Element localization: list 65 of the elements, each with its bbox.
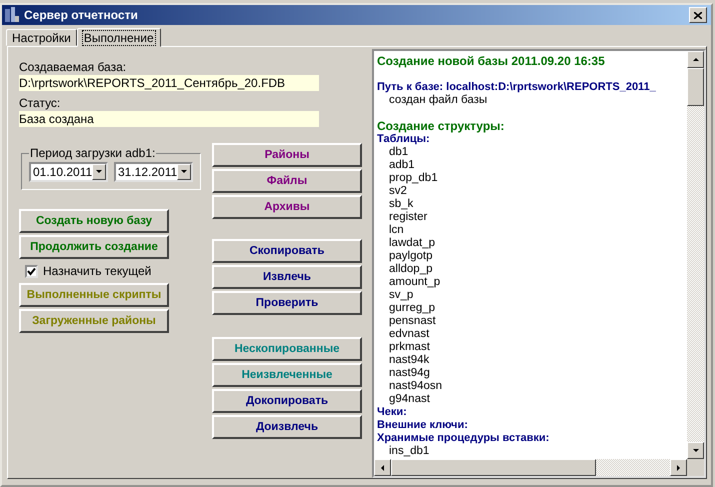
log-line: Внешние ключи: xyxy=(377,419,469,432)
scrollbar-thumb[interactable] xyxy=(391,459,596,476)
log-line: edvnast xyxy=(388,328,430,341)
log-line: alldop_p xyxy=(388,263,434,276)
date-dropdown[interactable]: 31.12.2011 xyxy=(114,162,193,182)
scrollbar-corner xyxy=(687,459,704,476)
checkbox[interactable] xyxy=(25,264,38,278)
log-line: nast94osn xyxy=(388,380,444,393)
vertical-scrollbar[interactable] xyxy=(687,51,704,459)
scrollbar-thumb[interactable] xyxy=(687,68,704,106)
log-line: amount_p xyxy=(388,276,442,289)
list-button[interactable]: Архивы xyxy=(212,195,362,219)
app-icon xyxy=(4,7,20,23)
database-path-field[interactable]: D:\rprtswork\REPORTS_2011_Сентябрь_20.FDB xyxy=(19,75,319,91)
action-button[interactable]: Скопировать xyxy=(212,239,362,263)
field-label: Статус: xyxy=(19,96,62,111)
log-line: paylgotp xyxy=(388,250,434,263)
scroll-left-icon xyxy=(378,464,386,472)
log-line: sv2 xyxy=(388,185,408,198)
log-line: Создание новой базы 2011.09.20 16:35 xyxy=(377,55,606,68)
close-icon xyxy=(694,12,702,18)
log-line: adb1 xyxy=(388,159,416,172)
group-label: Период загрузки adb1: xyxy=(29,146,156,160)
log-line: Чеки: xyxy=(377,406,408,419)
log-line: nast94g xyxy=(388,367,431,380)
log-line: pensnast xyxy=(388,315,437,328)
log-line: register xyxy=(388,211,428,224)
list-button[interactable]: Файлы xyxy=(212,169,362,193)
status-field[interactable]: База создана xyxy=(19,111,319,127)
dropdown-arrow-icon xyxy=(95,168,104,176)
field-label: Создаваемая база: xyxy=(19,60,128,75)
date-dropdown[interactable]: 01.10.2011 xyxy=(29,162,108,182)
log-line: sb_k xyxy=(388,198,414,211)
create-button[interactable]: Продолжить создание xyxy=(19,235,169,259)
log-line: gurreg_p xyxy=(388,302,436,315)
scroll-up-icon xyxy=(692,56,700,64)
log-line: prop_db1 xyxy=(388,172,439,185)
log-line: Хранимые процедуры вставки: xyxy=(377,432,550,445)
log-line: ins_db1 xyxy=(388,445,430,458)
scroll-right-icon xyxy=(674,464,682,472)
create-button[interactable]: Создать новую базу xyxy=(19,209,169,233)
window-title: Сервер отчетности xyxy=(24,8,139,22)
action-button[interactable]: Доизвлечь xyxy=(212,415,362,439)
dropdown-arrow-icon xyxy=(180,168,188,176)
action-button[interactable]: Проверить xyxy=(212,291,362,315)
log-line: Создание структуры: xyxy=(377,120,506,133)
horizontal-scrollbar[interactable] xyxy=(374,459,687,476)
log-line: Таблицы: xyxy=(377,133,431,146)
log-line: db1 xyxy=(388,146,410,159)
scroll-down-icon xyxy=(692,446,700,454)
close-button[interactable] xyxy=(689,7,707,23)
log-line: prkmast xyxy=(388,341,431,354)
tab[interactable]: Выполнение xyxy=(76,28,161,47)
checkbox-label: Назначить текущей xyxy=(43,264,152,278)
log-line: lcn xyxy=(388,224,405,237)
log-line: Путь к базе: localhost:D:\rprtswork\REPORTS_2011_ xyxy=(377,81,657,94)
log-line: lawdat_p xyxy=(388,237,436,250)
log-line: g94nast xyxy=(388,393,431,406)
action-button[interactable]: Извлечь xyxy=(212,265,362,289)
list-button[interactable]: Районы xyxy=(212,143,362,167)
log-line: создан файл базы xyxy=(388,94,488,107)
log-line: nast94k xyxy=(388,354,430,367)
log-line: sv_p xyxy=(388,289,414,302)
action-button[interactable]: Докопировать xyxy=(212,389,362,413)
tab[interactable]: Настройки xyxy=(6,29,77,46)
